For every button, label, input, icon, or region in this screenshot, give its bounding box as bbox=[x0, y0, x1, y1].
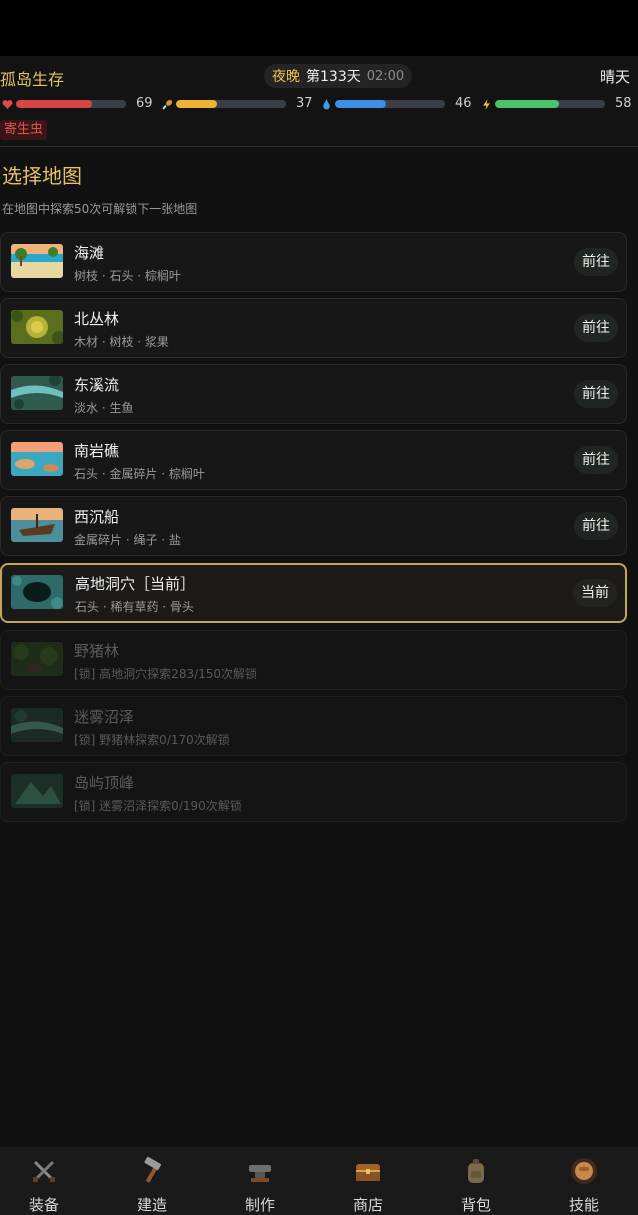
map-item-east-stream[interactable]: 东溪流 淡水 · 生鱼 前往 bbox=[0, 364, 627, 424]
hammer-icon bbox=[144, 1157, 162, 1183]
status-bar bbox=[0, 0, 638, 56]
clock: 02:00 bbox=[366, 68, 405, 84]
map-resources: 金属碎片 · 绳子 · 盐 bbox=[74, 533, 181, 547]
map-item-highland-cave[interactable]: 高地洞穴［当前］ 石头 · 稀有草药 · 骨头 当前 bbox=[0, 563, 627, 623]
nav-label: 背包 bbox=[460, 1196, 491, 1214]
shipwreck-thumbnail bbox=[11, 508, 63, 542]
beach-thumbnail bbox=[11, 244, 63, 278]
go-button[interactable]: 前往 bbox=[574, 446, 618, 474]
map-resources: 石头 · 金属碎片 · 棕榈叶 bbox=[74, 467, 205, 481]
nav-equipment[interactable]: 装备 bbox=[0, 1147, 97, 1215]
jungle-thumbnail bbox=[11, 310, 63, 344]
nav-shop[interactable]: 商店 bbox=[315, 1147, 421, 1215]
nav-skills[interactable]: 技能 bbox=[531, 1147, 637, 1215]
boar-forest-thumbnail bbox=[11, 642, 63, 676]
bottom-nav: 装备 建造 制作 商店 背包 技能 bbox=[0, 1147, 638, 1215]
health-bar bbox=[16, 100, 126, 108]
nav-craft[interactable]: 制作 bbox=[207, 1147, 313, 1215]
map-name: 海滩 bbox=[74, 244, 105, 262]
page-title: 选择地图 bbox=[2, 164, 82, 188]
treasure-chest-icon bbox=[356, 1164, 380, 1181]
stat-bars: 69 37 46 58 bbox=[0, 96, 638, 112]
lightning-icon bbox=[479, 96, 493, 112]
peak-thumbnail bbox=[11, 774, 63, 808]
nav-build[interactable]: 建造 bbox=[99, 1147, 205, 1215]
water-drop-icon bbox=[319, 96, 333, 112]
page-subtitle: 在地图中探索50次可解锁下一张地图 bbox=[2, 202, 198, 216]
stream-thumbnail bbox=[11, 376, 63, 410]
current-button[interactable]: 当前 bbox=[573, 579, 617, 607]
cave-thumbnail bbox=[11, 575, 63, 609]
nav-label: 技能 bbox=[568, 1196, 599, 1214]
map-name: 西沉船 bbox=[74, 508, 120, 526]
map-resources: 树枝 · 石头 · 棕榈叶 bbox=[74, 269, 181, 283]
nav-label: 商店 bbox=[352, 1196, 383, 1214]
energy-bar bbox=[495, 100, 605, 108]
map-name: 北丛林 bbox=[74, 310, 120, 328]
go-button[interactable]: 前往 bbox=[574, 248, 618, 276]
map-name: 迷雾沼泽 bbox=[74, 708, 135, 726]
map-item-misty-swamp: 迷雾沼泽 [锁] 野猪林探索0/170次解锁 bbox=[0, 696, 627, 756]
heart-icon bbox=[0, 96, 14, 112]
fist-icon bbox=[571, 1158, 597, 1184]
day-counter: 第133天 bbox=[306, 69, 361, 85]
app-title: 孤岛生存 bbox=[0, 70, 65, 89]
map-item-south-reef[interactable]: 南岩礁 石头 · 金属碎片 · 棕榈叶 前往 bbox=[0, 430, 627, 490]
map-name: 岛屿顶峰 bbox=[74, 774, 135, 792]
map-item-boar-forest: 野猪林 [锁] 高地洞穴探索283/150次解锁 bbox=[0, 630, 627, 690]
go-button[interactable]: 前往 bbox=[574, 314, 618, 342]
nav-label: 制作 bbox=[244, 1196, 275, 1214]
map-item-island-peak: 岛屿顶峰 [锁] 迷雾沼泽探索0/190次解锁 bbox=[0, 762, 627, 822]
nav-backpack[interactable]: 背包 bbox=[423, 1147, 529, 1215]
weather-label: 晴天 bbox=[599, 68, 630, 86]
status-badge[interactable]: 寄生虫 bbox=[0, 120, 48, 140]
hunger-bar bbox=[176, 100, 286, 108]
map-lock-requirement: [锁] 迷雾沼泽探索0/190次解锁 bbox=[74, 799, 242, 813]
nav-label: 装备 bbox=[28, 1196, 59, 1214]
thirst-value: 46 bbox=[455, 96, 472, 111]
time-phase: 夜晚 bbox=[272, 69, 300, 85]
hunger-value: 37 bbox=[296, 96, 313, 111]
swamp-thumbnail bbox=[11, 708, 63, 742]
crossed-swords-icon bbox=[33, 1160, 55, 1182]
map-resources: 石头 · 稀有草药 · 骨头 bbox=[75, 600, 194, 614]
map-name: 东溪流 bbox=[74, 376, 120, 394]
go-button[interactable]: 前往 bbox=[574, 512, 618, 540]
map-lock-requirement: [锁] 野猪林探索0/170次解锁 bbox=[74, 733, 230, 747]
drumstick-icon bbox=[160, 96, 174, 112]
game-header: 孤岛生存 夜晚 第133天 02:00 晴天 69 37 46 58 寄生虫 bbox=[0, 56, 638, 147]
map-name: 南岩礁 bbox=[74, 442, 120, 460]
health-value: 69 bbox=[136, 96, 153, 111]
map-name: 高地洞穴［当前］ bbox=[75, 575, 196, 593]
map-lock-requirement: [锁] 高地洞穴探索283/150次解锁 bbox=[74, 667, 258, 681]
map-item-west-shipwreck[interactable]: 西沉船 金属碎片 · 绳子 · 盐 前往 bbox=[0, 496, 627, 556]
map-item-beach[interactable]: 海滩 树枝 · 石头 · 棕榈叶 前往 bbox=[0, 232, 627, 292]
nav-label: 建造 bbox=[136, 1196, 167, 1214]
map-resources: 木材 · 树枝 · 浆果 bbox=[74, 335, 169, 349]
energy-value: 58 bbox=[615, 96, 632, 111]
time-chip: 夜晚 第133天 02:00 bbox=[264, 64, 413, 88]
go-button[interactable]: 前往 bbox=[574, 380, 618, 408]
backpack-icon bbox=[468, 1159, 484, 1183]
map-name: 野猪林 bbox=[74, 642, 120, 660]
thirst-bar bbox=[335, 100, 445, 108]
map-resources: 淡水 · 生鱼 bbox=[74, 401, 134, 415]
reef-thumbnail bbox=[11, 442, 63, 476]
anvil-icon bbox=[249, 1165, 271, 1182]
map-item-north-jungle[interactable]: 北丛林 木材 · 树枝 · 浆果 前往 bbox=[0, 298, 627, 358]
